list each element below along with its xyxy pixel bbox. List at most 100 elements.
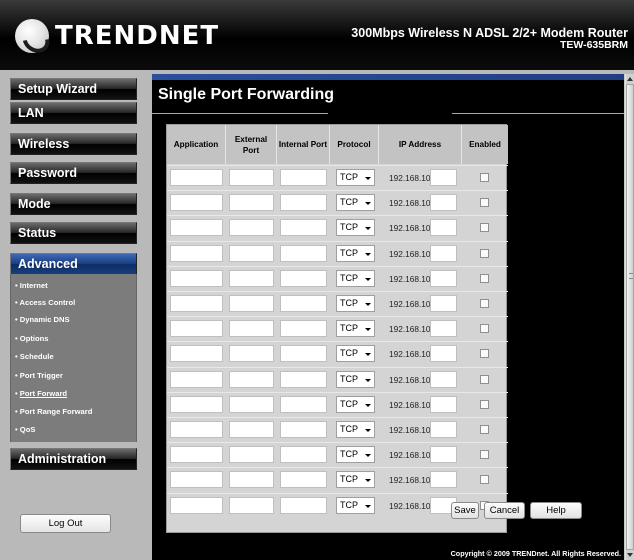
application-input[interactable] — [170, 446, 223, 464]
external-port-input[interactable] — [229, 219, 274, 237]
enabled-checkbox[interactable] — [480, 374, 489, 384]
protocol-select[interactable]: TCP — [336, 194, 375, 212]
ip-last-octet-input[interactable] — [430, 471, 457, 489]
external-port-input[interactable] — [229, 169, 274, 186]
enabled-checkbox[interactable] — [480, 198, 489, 208]
internal-port-input[interactable] — [280, 496, 327, 514]
application-input[interactable] — [170, 421, 223, 438]
application-input[interactable] — [170, 395, 223, 413]
internal-port-input[interactable] — [280, 169, 327, 186]
enabled-checkbox[interactable] — [480, 248, 489, 258]
submenu-port-trigger[interactable]: • Port Trigger — [15, 371, 63, 380]
application-input[interactable] — [170, 496, 223, 514]
protocol-select[interactable]: TCP — [336, 219, 375, 237]
external-port-input[interactable] — [229, 244, 274, 262]
ip-last-octet-input[interactable] — [430, 395, 457, 413]
external-port-input[interactable] — [229, 345, 274, 363]
ip-last-octet-input[interactable] — [430, 421, 457, 438]
nav-lan[interactable]: LAN — [10, 102, 137, 124]
submenu-options[interactable]: • Options — [15, 334, 48, 343]
scroll-up-arrow-icon[interactable] — [626, 74, 634, 84]
internal-port-input[interactable] — [280, 295, 327, 312]
enabled-checkbox[interactable] — [480, 450, 489, 460]
protocol-select[interactable]: TCP — [336, 496, 375, 514]
protocol-select[interactable]: TCP — [336, 421, 375, 438]
cancel-button[interactable]: Cancel — [484, 502, 525, 519]
external-port-input[interactable] — [229, 496, 274, 514]
ip-last-octet-input[interactable] — [430, 320, 457, 338]
protocol-select[interactable]: TCP — [336, 269, 375, 287]
ip-last-octet-input[interactable] — [430, 446, 457, 464]
submenu-port-range-forward[interactable]: • Port Range Forward — [15, 407, 92, 416]
external-port-input[interactable] — [229, 395, 274, 413]
external-port-input[interactable] — [229, 370, 274, 388]
external-port-input[interactable] — [229, 269, 274, 287]
enabled-checkbox[interactable] — [480, 425, 489, 434]
application-input[interactable] — [170, 169, 223, 186]
application-input[interactable] — [170, 345, 223, 363]
internal-port-input[interactable] — [280, 219, 327, 237]
ip-last-octet-input[interactable] — [430, 219, 457, 237]
save-button[interactable]: Save — [451, 502, 479, 519]
help-button[interactable]: Help — [530, 502, 582, 519]
logout-button[interactable]: Log Out — [20, 514, 111, 533]
enabled-checkbox[interactable] — [480, 223, 489, 233]
internal-port-input[interactable] — [280, 345, 327, 363]
application-input[interactable] — [170, 370, 223, 388]
nav-mode[interactable]: Mode — [10, 193, 137, 215]
ip-last-octet-input[interactable] — [430, 269, 457, 287]
protocol-select[interactable]: TCP — [336, 471, 375, 489]
protocol-select[interactable]: TCP — [336, 446, 375, 464]
nav-password[interactable]: Password — [10, 162, 137, 184]
nav-setup-wizard[interactable]: Setup Wizard — [10, 78, 137, 100]
ip-last-octet-input[interactable] — [430, 244, 457, 262]
submenu-qos[interactable]: • QoS — [15, 425, 35, 434]
internal-port-input[interactable] — [280, 194, 327, 212]
protocol-select[interactable]: TCP — [336, 395, 375, 413]
enabled-checkbox[interactable] — [480, 399, 489, 409]
protocol-select[interactable]: TCP — [336, 320, 375, 338]
application-input[interactable] — [170, 471, 223, 489]
ip-last-octet-input[interactable] — [430, 345, 457, 363]
external-port-input[interactable] — [229, 446, 274, 464]
scroll-down-arrow-icon[interactable] — [626, 550, 634, 560]
submenu-dynamic-dns[interactable]: • Dynamic DNS — [15, 315, 70, 324]
internal-port-input[interactable] — [280, 269, 327, 287]
ip-last-octet-input[interactable] — [430, 370, 457, 388]
vertical-scrollbar[interactable] — [624, 74, 634, 560]
submenu-port-forward[interactable]: • Port Forward — [15, 389, 67, 398]
protocol-select[interactable]: TCP — [336, 345, 375, 363]
nav-advanced[interactable]: Advanced — [10, 253, 137, 275]
protocol-select[interactable]: TCP — [336, 295, 375, 312]
protocol-select[interactable]: TCP — [336, 370, 375, 388]
internal-port-input[interactable] — [280, 471, 327, 489]
submenu-internet[interactable]: • Internet — [15, 281, 48, 290]
nav-administration[interactable]: Administration — [10, 448, 137, 470]
ip-last-octet-input[interactable] — [430, 194, 457, 212]
nav-status[interactable]: Status — [10, 222, 137, 244]
application-input[interactable] — [170, 244, 223, 262]
scrollbar-thumb[interactable] — [626, 84, 634, 550]
nav-wireless[interactable]: Wireless — [10, 133, 137, 155]
external-port-input[interactable] — [229, 194, 274, 212]
ip-last-octet-input[interactable] — [430, 295, 457, 312]
protocol-select[interactable]: TCP — [336, 169, 375, 186]
application-input[interactable] — [170, 219, 223, 237]
external-port-input[interactable] — [229, 295, 274, 312]
submenu-access-control[interactable]: • Access Control — [15, 298, 75, 307]
external-port-input[interactable] — [229, 320, 274, 338]
internal-port-input[interactable] — [280, 421, 327, 438]
application-input[interactable] — [170, 320, 223, 338]
enabled-checkbox[interactable] — [480, 349, 489, 359]
protocol-select[interactable]: TCP — [336, 244, 375, 262]
external-port-input[interactable] — [229, 421, 274, 438]
internal-port-input[interactable] — [280, 395, 327, 413]
internal-port-input[interactable] — [280, 370, 327, 388]
enabled-checkbox[interactable] — [480, 173, 489, 182]
application-input[interactable] — [170, 194, 223, 212]
internal-port-input[interactable] — [280, 244, 327, 262]
internal-port-input[interactable] — [280, 446, 327, 464]
enabled-checkbox[interactable] — [480, 475, 489, 485]
enabled-checkbox[interactable] — [480, 273, 489, 283]
ip-last-octet-input[interactable] — [430, 169, 457, 186]
